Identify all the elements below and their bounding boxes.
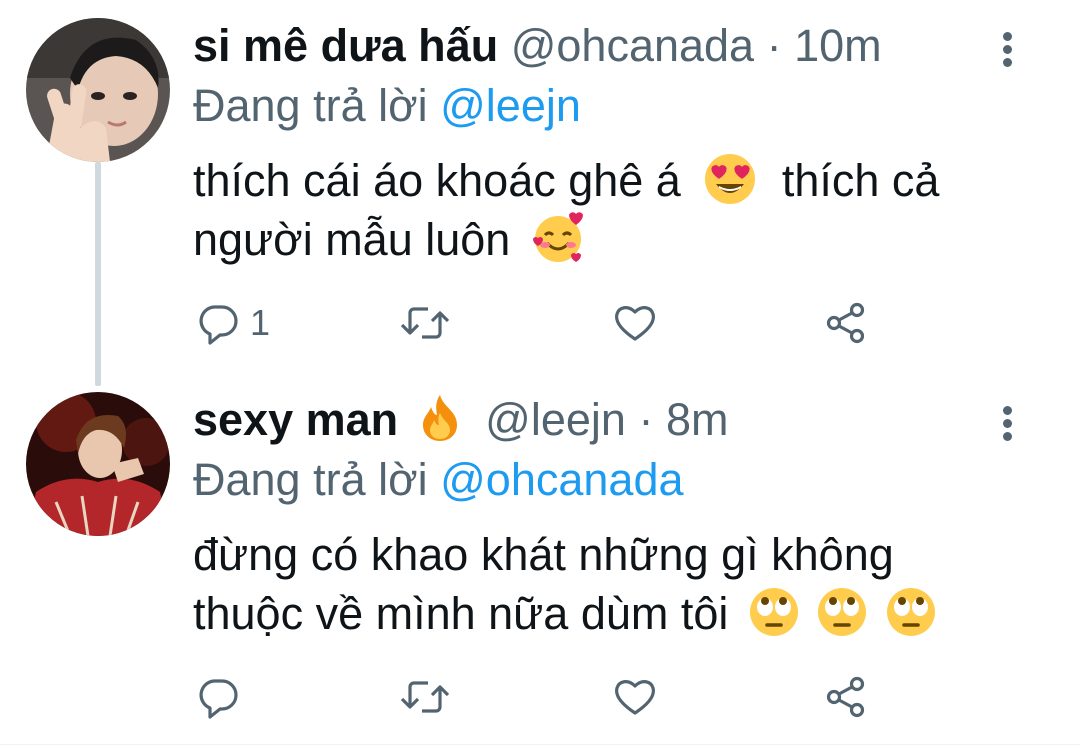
heart-icon [614,680,656,715]
share-button[interactable] [824,672,868,722]
retweet-button[interactable] [398,672,462,722]
separator-dot: · [638,394,654,445]
more-options-icon[interactable] [994,32,1020,72]
timestamp[interactable]: 8m [666,394,729,445]
like-button[interactable] [612,298,668,348]
replying-to: Đang trả lời @leejn [193,78,581,134]
retweet-icon [400,307,450,339]
share-icon [826,676,865,718]
tweet-actions [190,672,910,722]
share-icon [826,302,865,344]
replying-to: Đang trả lời @ohcanada [193,452,684,508]
display-name[interactable]: si mê dưa hấu [193,20,498,71]
tweet-text-line-1: đừng có khao khát những gì không [193,529,894,580]
avatar[interactable] [26,392,170,536]
tweet-text-line-1-tail: thích cả [781,155,940,206]
reply-button[interactable]: 1 [196,298,270,348]
heart-eyes-emoji-icon [705,154,756,204]
tweet-header: si mê dưa hấu @ohcanada · 10m [193,18,882,74]
tweet-actions: 1 [190,298,910,348]
thread-connector-line [95,162,101,386]
reply-icon [199,305,238,345]
replying-to-label: Đang trả lời [193,80,428,131]
rolling-eyes-emoji-icon [886,588,935,636]
like-button[interactable] [612,672,668,722]
reply-button[interactable] [196,672,250,722]
tweet-text-line-2: thuộc về mình nữa dùm tôi [193,588,729,639]
timestamp[interactable]: 10m [794,20,882,71]
avatar[interactable] [26,18,170,162]
separator-dot: · [766,20,782,71]
reply-icon [199,679,238,719]
fire-emoji-icon [422,395,457,441]
user-handle[interactable]: @leejn [485,394,626,445]
divider [0,744,1080,745]
rolling-eyes-emoji-icon [749,588,798,636]
reply-count: 1 [250,302,271,343]
tweet-text-line-2: người mẫu luôn [193,214,511,265]
reply-mention-link[interactable]: @ohcanada [440,454,683,505]
rolling-eyes-emoji-icon [818,588,867,636]
heart-icon [614,306,656,341]
tweet-text: đừng có khao khát những gì không thuộc v… [193,526,1053,642]
tweet-text-line-1: thích cái áo khoác ghê á [193,155,681,206]
retweet-icon [400,681,450,713]
tweet-text: thích cái áo khoác ghê á thích cả người … [193,152,1053,268]
tweet-header: sexy man @leejn · 8m [193,392,728,448]
retweet-button[interactable] [398,298,462,348]
replying-to-label: Đang trả lời [193,454,428,505]
more-options-icon[interactable] [994,406,1020,446]
user-handle[interactable]: @ohcanada [511,20,754,71]
smiling-face-with-hearts-emoji-icon [532,212,583,262]
reply-mention-link[interactable]: @leejn [440,80,581,131]
share-button[interactable] [824,298,868,348]
display-name[interactable]: sexy man [193,394,398,445]
